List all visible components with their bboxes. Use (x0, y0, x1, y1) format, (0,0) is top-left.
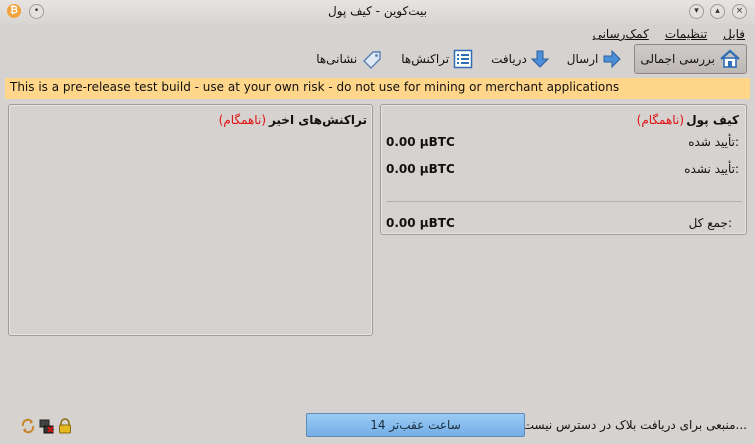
transaction-list-icon (453, 49, 473, 69)
lock-icon (59, 418, 71, 434)
total-label: جمع کل: (688, 216, 732, 230)
transactions-label: تراکنش‌ها (401, 52, 450, 66)
unconfirmed-label: تأیید نشده: (684, 162, 739, 176)
minimize-button[interactable]: ▾ (689, 4, 704, 19)
wallet-sync-status: (ناهمگام) (636, 113, 684, 127)
recent-transactions-title: تراکنش‌های اخیر (268, 113, 367, 127)
overview-button[interactable]: بررسی اجمالی (634, 44, 747, 74)
sync-status-text: منبعی برای دریافت بلاک در دسترس نیست... (522, 418, 747, 432)
send-arrow-icon (603, 50, 622, 68)
home-icon (720, 49, 740, 68)
network-disconnected-icon (39, 419, 54, 434)
wallet-panel: کیف پول (ناهمگام) تأیید شده: 0.00 µBTC ت… (380, 104, 747, 235)
sync-progress-bar: 14 ساعت عقب‌تر (306, 413, 525, 437)
transactions-button[interactable]: تراکنش‌ها (395, 45, 479, 73)
recent-sync-status: (ناهمگام) (218, 113, 266, 127)
confirmed-balance: 0.00 µBTC (386, 135, 455, 149)
send-label: ارسال (566, 52, 599, 66)
menu-help[interactable]: کمک‌رسانی (593, 27, 649, 41)
address-tag-icon (363, 51, 381, 69)
wallet-title: کیف پول (686, 113, 739, 127)
unconfirmed-balance: 0.00 µBTC (386, 162, 455, 176)
close-button[interactable]: × (732, 4, 747, 19)
title-bar: ₿ • بیت‌کوین - کیف پول ▾ ▴ × (0, 0, 755, 24)
overview-label: بررسی اجمالی (640, 52, 715, 66)
addresses-button[interactable]: نشانی‌ها (310, 45, 389, 73)
addresses-label: نشانی‌ها (316, 52, 358, 66)
menu-bar: فایل تنظیمات کمک‌رسانی (593, 27, 745, 41)
maximize-button[interactable]: ▴ (710, 4, 725, 19)
menu-file[interactable]: فایل (723, 27, 745, 41)
toolbar: بررسی اجمالی ارسال دریافت تراکنش‌ها نشان… (310, 44, 747, 74)
total-balance: 0.00 µBTC (386, 216, 455, 230)
menu-settings[interactable]: تنظیمات (665, 27, 707, 41)
window-title: بیت‌کوین - کیف پول (328, 4, 427, 18)
confirmed-label: تأیید شده: (688, 135, 739, 149)
send-button[interactable]: ارسال (561, 45, 629, 73)
syncing-icon (21, 418, 35, 434)
prerelease-warning-banner: This is a pre-release test build - use a… (5, 78, 750, 99)
receive-label: دریافت (491, 52, 527, 66)
receive-button[interactable]: دریافت (485, 45, 555, 73)
recent-transactions-panel: تراکنش‌های اخیر (ناهمگام) (8, 104, 373, 336)
receive-arrow-icon (530, 50, 549, 68)
balance-divider (387, 201, 742, 202)
